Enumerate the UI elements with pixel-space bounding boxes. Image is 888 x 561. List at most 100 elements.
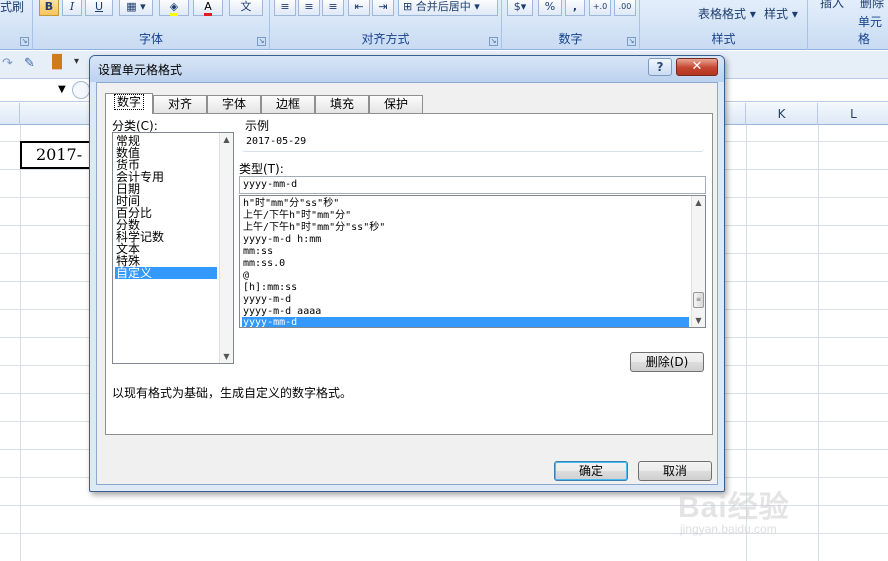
increase-decimal-button[interactable]: +.0: [589, 0, 611, 16]
format-item[interactable]: 上午/下午h"时"mm"分"ss"秒": [242, 222, 689, 234]
alignment-group-label: 对齐方式: [361, 32, 410, 46]
format-item-selected[interactable]: yyyy-mm-d: [242, 317, 689, 327]
description-text: 以现有格式为基础，生成自定义的数字格式。: [112, 386, 353, 400]
wen-icon: 文: [240, 0, 252, 13]
decrease-indent-button[interactable]: ⇤: [348, 0, 370, 16]
category-scrollbar[interactable]: ▲ ▼: [219, 133, 233, 363]
format-item[interactable]: 上午/下午h"时"mm"分": [242, 210, 689, 222]
alignment-group: ≡ ≡ ≡ ⇤ ⇥ ⊞ 合并后居中 ▾ 对齐方式 ↘: [270, 0, 502, 50]
select-all-corner[interactable]: [0, 103, 20, 125]
scroll-up-icon[interactable]: ▲: [692, 196, 705, 209]
category-list[interactable]: 常规 数值 货币 会计专用 日期 时间 百分比 分数 科学记数 文本 特殊 自定…: [112, 132, 234, 364]
indent-icon: ⇥: [378, 0, 388, 13]
clipboard-group: 式刷 ↘: [0, 0, 33, 50]
sample-group: 示例 2017-05-29: [242, 117, 704, 152]
chart-icon[interactable]: ▐▌: [47, 55, 67, 70]
merge-center-button[interactable]: ⊞ 合并后居中 ▾: [398, 0, 498, 16]
fill-bucket-icon: ◈: [169, 0, 179, 16]
number-tab-panel: 分类(C): 常规 数值 货币 会计专用 日期 时间 百分比 分数 科学记数 文…: [105, 113, 713, 435]
scroll-down-icon[interactable]: ▼: [220, 350, 233, 363]
format-scrollbar[interactable]: ▲ ≡ ▼: [691, 196, 705, 327]
tab-protection[interactable]: 保护: [369, 95, 423, 113]
sample-label: 示例: [242, 117, 273, 134]
tab-number[interactable]: 数字: [105, 93, 153, 114]
tab-border[interactable]: 边框: [261, 95, 315, 113]
name-box-dropdown-icon[interactable]: ▼: [58, 84, 66, 95]
comma-button[interactable]: ,: [565, 0, 585, 16]
scroll-down-icon[interactable]: ▼: [692, 314, 705, 327]
align-right-icon: ≡: [328, 0, 338, 13]
font-color-button[interactable]: A: [193, 0, 223, 16]
font-color-icon: A: [204, 0, 212, 16]
dialog-title: 设置单元格格式: [98, 63, 183, 77]
formula-expand-icon[interactable]: [72, 81, 90, 99]
border-icon: ▦ ▾: [126, 0, 146, 13]
close-button[interactable]: ✕: [676, 58, 718, 76]
phonetic-button[interactable]: 文: [229, 0, 263, 16]
type-input[interactable]: yyyy-mm-d: [239, 176, 706, 194]
cancel-button[interactable]: 取消: [638, 461, 712, 481]
format-item[interactable]: @: [242, 270, 689, 282]
percent-button[interactable]: %: [538, 0, 562, 16]
baidu-watermark: Bai经验 jingyan.baidu.com: [678, 482, 858, 542]
font-launcher-icon[interactable]: ↘: [257, 37, 266, 46]
tab-alignment[interactable]: 对齐: [153, 95, 207, 113]
format-cells-dialog: 设置单元格格式 ? ✕ 数字 对齐 字体 边框 填充 保护 分类(C): 常规 …: [89, 55, 725, 492]
dialog-titlebar[interactable]: 设置单元格格式 ? ✕: [90, 56, 724, 82]
redo-icon[interactable]: ↷: [2, 56, 13, 71]
format-item[interactable]: mm:ss: [242, 246, 689, 258]
increase-indent-button[interactable]: ⇥: [372, 0, 394, 16]
format-list[interactable]: h"时"mm"分"ss"秒" 上午/下午h"时"mm"分" 上午/下午h"时"m…: [239, 195, 706, 328]
active-date-cell[interactable]: 2017-: [20, 141, 100, 169]
format-as-table-button[interactable]: 表格格式 ▾: [698, 5, 756, 22]
decrease-decimal-button[interactable]: .00: [614, 0, 636, 16]
accounting-button[interactable]: $▾: [507, 0, 533, 16]
align-left-icon: ≡: [280, 0, 290, 13]
delete-format-button[interactable]: 删除(D): [630, 352, 704, 372]
tab-fill[interactable]: 填充: [315, 95, 369, 113]
cell-styles-label: 样式: [764, 7, 789, 21]
merge-icon: ⊞: [403, 0, 416, 13]
watermark-brand: Bai经验: [678, 491, 790, 524]
format-painter-label[interactable]: 式刷: [0, 0, 24, 15]
tab-font[interactable]: 字体: [207, 95, 261, 113]
insert-button[interactable]: 插入: [820, 0, 844, 11]
bold-button[interactable]: B: [39, 0, 59, 16]
format-painter-icon[interactable]: ✎: [24, 56, 35, 71]
ribbon: 式刷 ↘ B I U ▦ ▾ ◈ A 文 字体 ↘ ≡ ≡ ≡ ⇤ ⇥ ⊞ 合并…: [0, 0, 888, 50]
scroll-thumb[interactable]: ≡: [693, 292, 704, 308]
alignment-launcher-icon[interactable]: ↘: [489, 37, 498, 46]
type-label: 类型(T):: [239, 162, 284, 176]
scroll-up-icon[interactable]: ▲: [220, 133, 233, 146]
align-left-button[interactable]: ≡: [274, 0, 296, 16]
font-group: B I U ▦ ▾ ◈ A 文 字体 ↘: [33, 0, 270, 50]
border-button[interactable]: ▦ ▾: [119, 0, 153, 16]
format-item[interactable]: mm:ss.0: [242, 258, 689, 270]
fill-color-button[interactable]: ◈: [159, 0, 189, 16]
italic-button[interactable]: I: [62, 0, 82, 16]
qat-dropdown-icon[interactable]: ▾: [74, 56, 79, 67]
number-launcher-icon[interactable]: ↘: [627, 37, 636, 46]
format-item[interactable]: yyyy-m-d: [242, 294, 689, 306]
help-button[interactable]: ?: [648, 58, 672, 76]
styles-group-label: 样式: [711, 32, 736, 46]
ok-button[interactable]: 确定: [554, 461, 628, 481]
format-item[interactable]: h"时"mm"分"ss"秒": [242, 198, 689, 210]
number-group-label: 数字: [558, 32, 583, 46]
merge-center-label: 合并后居中: [415, 0, 471, 13]
category-item-custom[interactable]: 自定义: [115, 267, 217, 279]
format-item[interactable]: [h]:mm:ss: [242, 282, 689, 294]
align-center-button[interactable]: ≡: [298, 0, 320, 16]
dialog-body: 数字 对齐 字体 边框 填充 保护 分类(C): 常规 数值 货币 会计专用 日…: [96, 82, 718, 485]
underline-button[interactable]: U: [85, 0, 113, 16]
cells-group: 插入 删除 单元格: [808, 0, 888, 50]
align-right-button[interactable]: ≡: [322, 0, 344, 16]
cell-styles-button[interactable]: 样式 ▾: [764, 5, 798, 22]
close-icon: ✕: [691, 59, 703, 74]
delete-cells-button[interactable]: 删除: [860, 0, 884, 11]
column-header-l[interactable]: L: [818, 103, 888, 125]
clipboard-launcher-icon[interactable]: ↘: [20, 37, 29, 46]
number-group: $▾ % , +.0 .00 数字 ↘: [502, 0, 640, 50]
format-item[interactable]: yyyy-m-d h:mm: [242, 234, 689, 246]
column-header-k[interactable]: K: [746, 103, 818, 125]
